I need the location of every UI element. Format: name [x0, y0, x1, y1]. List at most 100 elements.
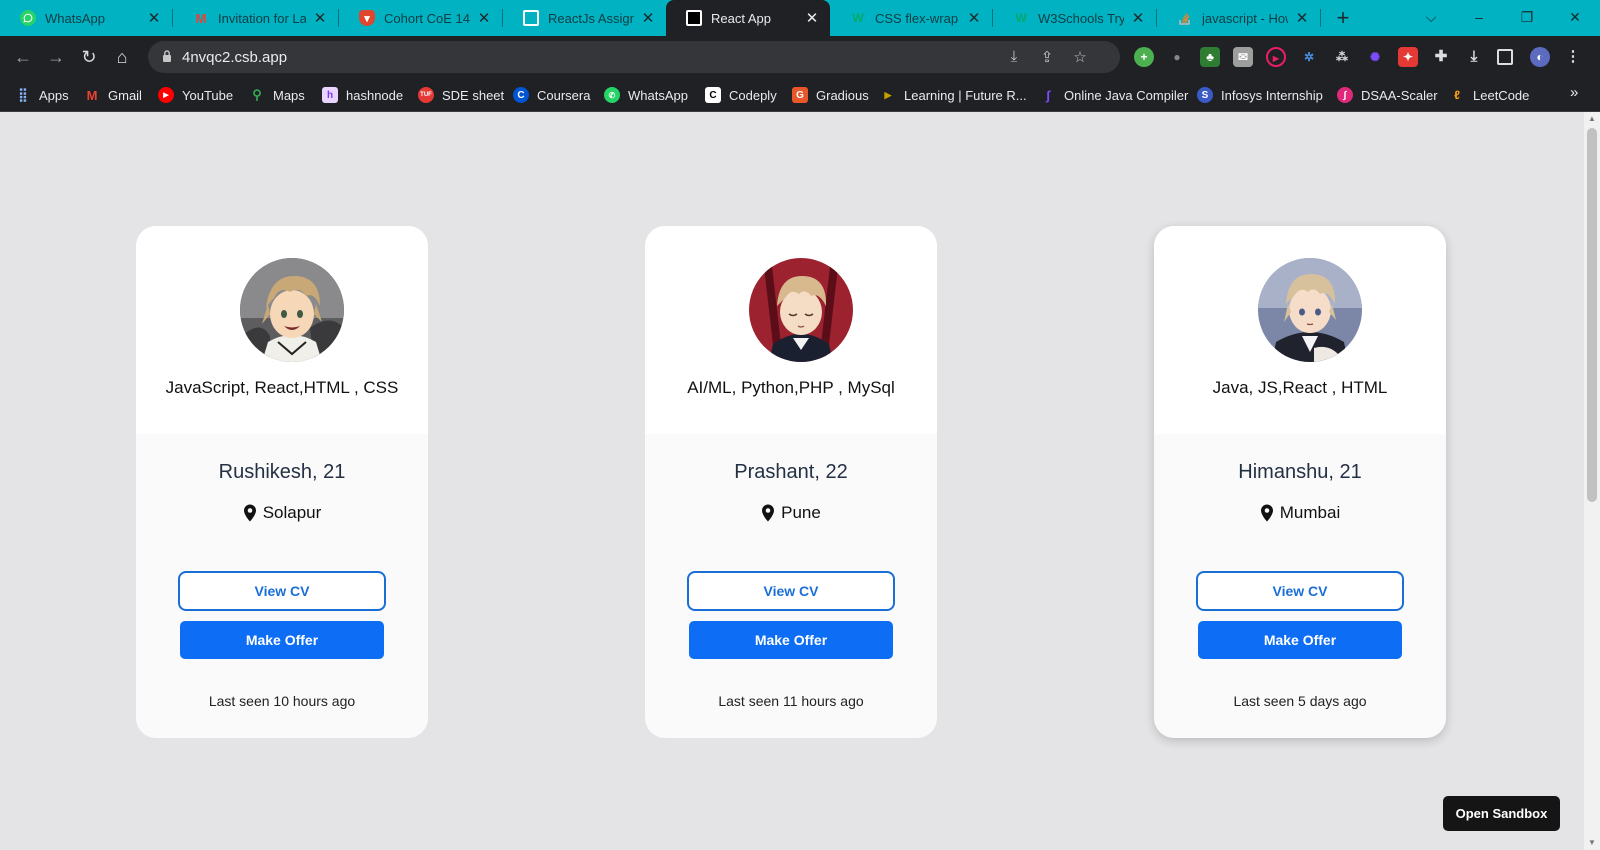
- extension-dots-icon[interactable]: ⁂: [1332, 47, 1352, 67]
- tab-title: ReactJs Assignme: [548, 10, 634, 26]
- bookmark-youtube[interactable]: ▶ YouTube: [158, 86, 233, 104]
- back-arrow-icon[interactable]: ←: [10, 44, 36, 70]
- bookmark-apps[interactable]: ⣿ Apps: [15, 86, 68, 104]
- scroll-up-arrow-icon[interactable]: ▲: [1584, 112, 1600, 126]
- whatsapp-icon: [20, 10, 36, 26]
- browser-toolbar: ← → ↻ ⌂ 4nvqc2.csb.app ⤓ ⇪ ☆ + ● ♣ ✉ ▶ ✲…: [0, 36, 1600, 78]
- url-text[interactable]: 4nvqc2.csb.app: [182, 49, 287, 66]
- new-tab-plus-icon[interactable]: +: [1330, 5, 1356, 31]
- scrollbar-thumb[interactable]: [1587, 128, 1597, 502]
- name-age: Prashant, 22: [734, 461, 848, 483]
- extension-plus-icon[interactable]: +: [1134, 47, 1154, 67]
- name-age: Himanshu, 21: [1238, 461, 1362, 483]
- tab-close-icon[interactable]: ✕: [312, 9, 328, 27]
- tab-close-icon[interactable]: ✕: [146, 9, 162, 27]
- view-cv-button[interactable]: View CV: [1196, 571, 1404, 611]
- bookmark-dsaa-scaler[interactable]: ∫ DSAA-Scaler: [1337, 86, 1438, 104]
- home-icon[interactable]: ⌂: [109, 44, 135, 70]
- open-sandbox-button[interactable]: Open Sandbox: [1443, 796, 1560, 831]
- tab-cohort[interactable]: ▾ Cohort CoE 14 - I ✕: [339, 0, 502, 36]
- tab-close-icon[interactable]: ✕: [804, 9, 820, 27]
- card-header: JavaScript, React,HTML , CSS: [136, 226, 428, 434]
- bookmark-label: Codeply: [729, 87, 777, 103]
- tab-close-icon[interactable]: ✕: [640, 9, 656, 27]
- codesandbox-icon: [523, 10, 539, 26]
- extensions-puzzle-icon[interactable]: ✚: [1431, 47, 1451, 67]
- bookmark-label: Gmail: [108, 87, 142, 103]
- tab-search-chevron-icon[interactable]: ⌵: [1408, 0, 1454, 34]
- restore-icon[interactable]: ❐: [1504, 0, 1550, 34]
- reload-icon[interactable]: ↻: [76, 44, 102, 70]
- lock-icon[interactable]: [162, 49, 172, 63]
- side-panel-icon[interactable]: [1497, 49, 1513, 65]
- bookmark-label: Online Java Compiler: [1064, 87, 1189, 103]
- location-pin-icon: [762, 504, 775, 522]
- tab-close-icon[interactable]: ✕: [1294, 9, 1310, 27]
- extension-mail-icon[interactable]: ✉: [1233, 47, 1253, 67]
- downloads-icon[interactable]: ⤓: [1464, 47, 1484, 67]
- make-offer-button[interactable]: Make Offer: [689, 621, 893, 659]
- tab-separator: [1320, 9, 1321, 27]
- tab-whatsapp[interactable]: WhatsApp ✕: [0, 0, 172, 36]
- bookmark-learning[interactable]: ▶ Learning | Future R...: [880, 86, 1027, 104]
- location-text: Mumbai: [1279, 503, 1341, 522]
- install-app-icon[interactable]: ⤓: [1004, 48, 1024, 66]
- share-icon[interactable]: ⇪: [1037, 48, 1057, 66]
- minimize-icon[interactable]: –: [1456, 0, 1502, 34]
- tab-invitation[interactable]: M Invitation for Laur ✕: [173, 0, 338, 36]
- gradious-icon: G: [792, 87, 808, 103]
- view-cv-button[interactable]: View CV: [178, 571, 386, 611]
- tab-javascript-how[interactable]: javascript - How t ✕: [1157, 0, 1320, 36]
- address-bar[interactable]: 4nvqc2.csb.app ⤓ ⇪ ☆: [148, 41, 1120, 73]
- extension-gear-icon[interactable]: ✲: [1299, 47, 1319, 67]
- extension-star-icon[interactable]: ✺: [1365, 47, 1385, 67]
- make-offer-button[interactable]: Make Offer: [180, 621, 384, 659]
- tab-react-app[interactable]: React App ✕: [666, 0, 830, 36]
- extension-record-icon[interactable]: ▶: [1266, 47, 1286, 67]
- tab-title: WhatsApp: [45, 10, 105, 26]
- profile-card: AI/ML, Python,PHP , MySql Prashant, 22 P…: [645, 226, 937, 738]
- bookmark-infosys[interactable]: S Infosys Internship: [1197, 86, 1323, 104]
- extension-red-icon[interactable]: ✦: [1398, 47, 1418, 67]
- tab-close-icon[interactable]: ✕: [476, 9, 492, 27]
- close-window-icon[interactable]: ✕: [1552, 0, 1598, 34]
- profile-card: Java, JS,React , HTML Himanshu, 21 Mumba…: [1154, 226, 1446, 738]
- skills-text: Java, JS,React , HTML: [1212, 378, 1388, 397]
- bookmark-label: SDE sheet: [442, 87, 505, 103]
- tab-w3schools-tryit[interactable]: W W3Schools Tryit E ✕: [993, 0, 1156, 36]
- bookmark-sde-sheet[interactable]: TUF SDE sheet: [418, 86, 504, 104]
- extension-mouse-icon[interactable]: ●: [1167, 47, 1187, 67]
- bookmark-star-icon[interactable]: ☆: [1070, 48, 1090, 66]
- bookmarks-overflow-icon[interactable]: »: [1570, 84, 1578, 101]
- bookmark-maps[interactable]: ⚲ Maps: [249, 86, 305, 104]
- bookmark-java-compiler[interactable]: ʃ Online Java Compiler: [1040, 86, 1188, 104]
- maps-icon: ⚲: [252, 87, 262, 102]
- play-icon: ▶: [884, 89, 892, 100]
- bookmark-codeply[interactable]: C Codeply: [705, 86, 777, 104]
- bookmark-label: Gradious: [816, 87, 869, 103]
- view-cv-button[interactable]: View CV: [687, 571, 895, 611]
- bookmark-whatsapp[interactable]: ✆ WhatsApp: [604, 86, 688, 104]
- extension-tree-icon[interactable]: ♣: [1200, 47, 1220, 67]
- vertical-scrollbar[interactable]: ▲ ▼: [1584, 112, 1600, 850]
- bookmark-gradious[interactable]: G Gradious: [792, 86, 869, 104]
- gmail-icon: M: [195, 10, 207, 26]
- leetcode-icon: ℓ: [1454, 88, 1460, 102]
- location-text: Pune: [781, 503, 821, 522]
- make-offer-button[interactable]: Make Offer: [1198, 621, 1402, 659]
- tab-close-icon[interactable]: ✕: [1130, 9, 1146, 27]
- forward-arrow-icon[interactable]: →: [43, 44, 69, 70]
- bookmarks-bar: ⣿ Apps M Gmail ▶ YouTube ⚲ Maps h hashno…: [0, 78, 1600, 112]
- tab-css-flex-wrap[interactable]: W CSS flex-wrap pro ✕: [830, 0, 992, 36]
- skills-text: JavaScript, React,HTML , CSS: [165, 378, 399, 397]
- bookmark-coursera[interactable]: C Coursera: [513, 86, 590, 104]
- tab-close-icon[interactable]: ✕: [966, 9, 982, 27]
- browser-menu-icon[interactable]: ⋮: [1563, 47, 1583, 67]
- bookmark-leetcode[interactable]: ℓ LeetCode: [1449, 86, 1529, 104]
- bookmark-gmail[interactable]: M Gmail: [84, 86, 142, 104]
- last-seen-text: Last seen 11 hours ago: [718, 693, 864, 709]
- bookmark-hashnode[interactable]: h hashnode: [322, 86, 403, 104]
- profile-avatar[interactable]: ◐: [1530, 47, 1550, 67]
- tab-reactjs-assignment[interactable]: ReactJs Assignme ✕: [503, 0, 666, 36]
- scroll-down-arrow-icon[interactable]: ▼: [1584, 836, 1600, 850]
